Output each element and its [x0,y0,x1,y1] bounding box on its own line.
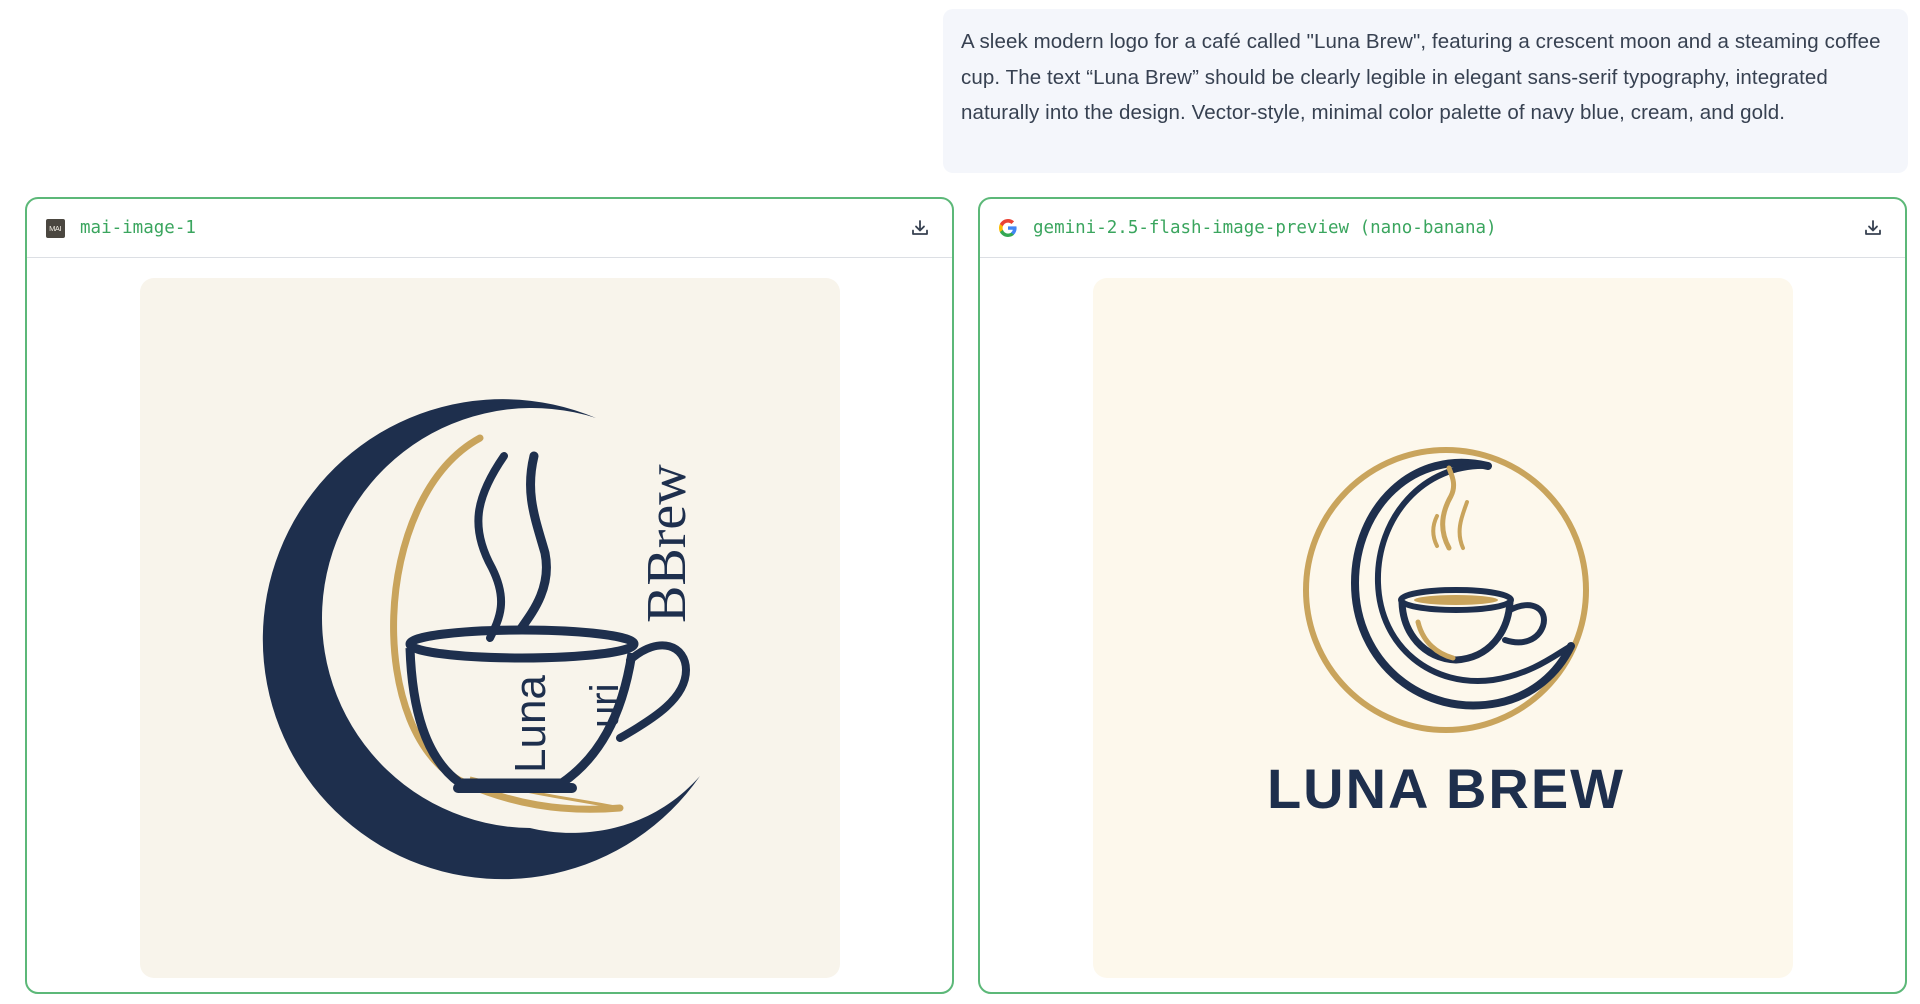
google-g-icon [997,217,1019,239]
model-result-panel-gemini: gemini-2.5-flash-image-preview (nano-ban… [978,197,1907,994]
model-result-panel-mai: MAI mai-image-1 Luna uri BBrew [25,197,954,994]
logo-text-uri: uri [583,684,627,728]
generated-image: LUNA BREW [1093,278,1793,978]
luna-brew-logo-image-2: LUNA BREW [1267,447,1625,820]
download-button[interactable] [906,214,934,242]
logo-text-luna: Luna [506,675,555,773]
download-icon [1865,220,1881,235]
generated-image: Luna uri BBrew [140,278,840,978]
model-name: mai-image-1 [80,218,196,238]
prompt-message: A sleek modern logo for a café called "L… [943,9,1908,173]
logo-text-bbrew: BBrew [636,464,698,623]
panel-header: MAI mai-image-1 [27,199,952,258]
download-button[interactable] [1859,214,1887,242]
download-icon [912,220,928,235]
model-name: gemini-2.5-flash-image-preview (nano-ban… [1033,218,1497,238]
prompt-text: A sleek modern logo for a café called "L… [961,30,1881,124]
logo-text-luna-brew: LUNA BREW [1267,757,1625,820]
panel-header: gemini-2.5-flash-image-preview (nano-ban… [980,199,1905,258]
luna-brew-logo-image-1: Luna uri BBrew [262,399,700,880]
mai-logo-icon: MAI [44,217,66,239]
